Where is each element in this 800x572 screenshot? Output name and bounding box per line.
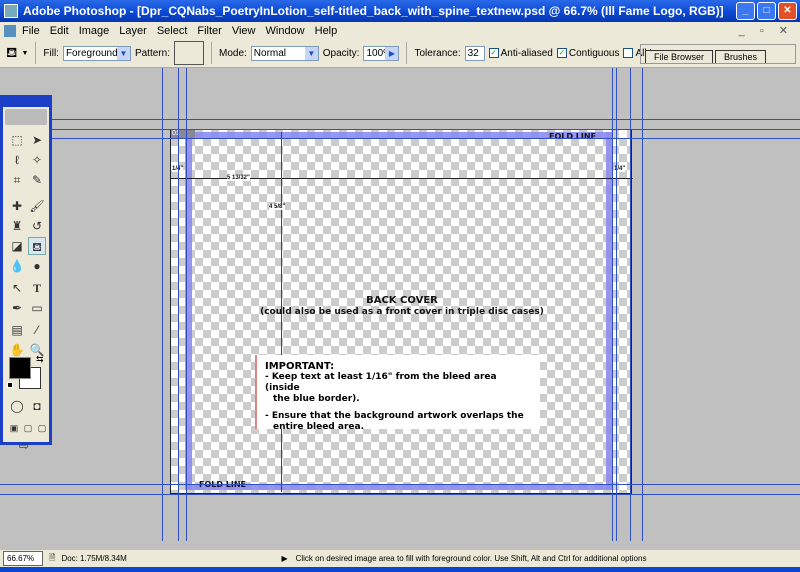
window-border [0,567,800,572]
menu-select[interactable]: Select [157,25,188,37]
tool-preset-dropdown[interactable]: ▼ [21,50,28,57]
menu-bar: File Edit Image Layer Select Filter View… [0,22,800,39]
standard-mode-icon[interactable]: ◯ [8,397,26,415]
guide[interactable] [0,494,800,495]
mode-value: Normal [253,47,287,59]
slice-tool-icon[interactable]: ✎ [28,171,46,189]
type-tool-icon[interactable]: T [28,279,46,297]
doc-info-icon[interactable]: 🗎 [49,552,55,566]
document-icon[interactable] [4,24,16,37]
important-line-2b: entire bleed area. [273,422,364,432]
eyedropper-icon[interactable]: ⁄ [28,321,46,339]
opacity-input[interactable]: 100% ▶ [363,45,400,61]
brush-tool-icon[interactable]: 🖌 [28,197,46,215]
menu-view[interactable]: View [232,25,256,37]
chevron-down-icon: ▼ [116,46,130,60]
notes-tool-icon[interactable]: ▤ [8,321,26,339]
doc-size: Doc: 1.75M/8.34M [61,554,127,563]
fold-line-top: FOLD LINE [549,132,597,141]
guide[interactable] [0,119,800,120]
toolbox: ⬚ ➤ ℓ ✧ ⌗ ✎ ✚ 🖌 ♜ ↺ ◪ ⛾ 💧 ● ↖ T ✒ ▭ ▤ ⁄ … [0,95,52,453]
magic-wand-icon[interactable]: ✧ [28,151,46,169]
guide[interactable] [0,484,800,485]
dim-height: 4 5/8" [269,204,286,210]
menu-file[interactable]: File [22,25,40,37]
dim-width: 5 13/32" [227,175,250,181]
mode-label: Mode: [218,47,247,59]
pattern-picker[interactable] [173,41,204,65]
status-bar: 66.67% 🗎 Doc: 1.75M/8.34M ▶ Click on des… [0,550,800,567]
important-line-1b: the blue border). [273,394,360,404]
chevron-right-icon: ▶ [385,46,399,60]
tab-brushes[interactable]: Brushes [715,50,767,63]
contiguous-label: Contiguous [568,47,620,59]
marquee-tool-icon[interactable]: ⬚ [8,131,26,149]
palette-well: File Browser Brushes [640,44,796,64]
back-cover-subtitle: (could also be used as a front cover in … [260,307,544,317]
back-cover-title: BACK COVER [366,295,438,306]
photoshop-icon [4,4,18,18]
menu-layer[interactable]: Layer [119,25,147,37]
guide[interactable] [0,129,800,130]
eraser-icon[interactable]: ◪ [8,237,26,255]
menu-filter[interactable]: Filter [197,25,221,37]
jump-to-imageready-icon[interactable]: ⇨ [15,437,33,455]
anti-aliased-checkbox[interactable]: ✓ Anti-aliased [488,47,553,59]
clone-stamp-icon[interactable]: ♜ [8,217,26,235]
default-colors-icon[interactable] [7,382,13,388]
zoom-input[interactable]: 66.67% [3,551,43,566]
dodge-tool-icon[interactable]: ● [28,257,46,275]
lasso-tool-icon[interactable]: ℓ [8,151,26,169]
menu-help[interactable]: Help [315,25,338,37]
healing-brush-icon[interactable]: ✚ [8,197,26,215]
status-hint: Click on desired image area to fill with… [295,554,647,563]
quick-mask-icon[interactable]: ◘ [28,397,46,415]
fill-select[interactable]: Foreground ▼ [62,45,131,61]
tolerance-value: 32 [467,47,479,59]
adobe-logo-icon[interactable] [5,109,47,125]
path-selection-icon[interactable]: ↖ [8,279,26,297]
important-heading: IMPORTANT: [265,361,335,372]
swap-colors-icon[interactable]: ⇆ [36,354,44,365]
shape-tool-icon[interactable]: ▭ [28,299,46,317]
history-brush-icon[interactable]: ↺ [28,217,46,235]
important-line-1: - Keep text at least 1/16" from the blee… [265,372,497,393]
move-tool-icon[interactable]: ➤ [28,131,46,149]
pattern-label: Pattern: [134,47,170,59]
guide[interactable] [0,138,800,139]
minimize-button[interactable]: _ [736,2,755,20]
status-arrow-icon[interactable]: ▶ [281,554,287,563]
close-button[interactable]: ✕ [778,2,797,20]
important-note: IMPORTANT: - Keep text at least 1/16" fr… [255,355,540,432]
maximize-button[interactable]: □ [757,2,776,20]
mode-select[interactable]: Normal ▼ [250,45,319,61]
crop-tool-icon[interactable]: ⌗ [8,171,26,189]
title-bar: Adobe Photoshop - [Dpr_CQNabs_PoetryInLo… [0,0,800,22]
window-title: Adobe Photoshop - [Dpr_CQNabs_PoetryInLo… [23,4,724,18]
anti-aliased-label: Anti-aliased [500,47,553,59]
tolerance-label: Tolerance: [414,47,461,59]
foreground-color-swatch[interactable] [9,357,31,379]
layer-badge: 01 [171,130,195,138]
chevron-down-icon: ▼ [304,46,318,60]
screen-mode-full-icon[interactable]: ▢ [33,419,51,437]
paint-bucket-icon[interactable]: ⛾ [6,44,17,63]
fill-label: Fill: [43,47,59,59]
document-window-controls[interactable]: _ ▫ ✕ [739,24,794,37]
opacity-label: Opacity: [322,47,360,59]
menu-image[interactable]: Image [79,25,110,37]
fill-value: Foreground [65,47,118,59]
menu-edit[interactable]: Edit [50,25,69,37]
important-line-2: - Ensure that the background artwork ove… [265,411,524,421]
paint-bucket-tool-icon[interactable]: ⛾ [28,237,46,255]
document-canvas[interactable]: 01 FOLD LINE FOLD LINE 1/4" 1/4" 5 13/32… [170,129,633,494]
contiguous-checkbox[interactable]: ✓ Contiguous [556,47,620,59]
tab-file-browser[interactable]: File Browser [645,50,714,63]
tolerance-input[interactable]: 32 [464,45,485,61]
blur-tool-icon[interactable]: 💧 [8,257,26,275]
menu-window[interactable]: Window [266,25,305,37]
pen-tool-icon[interactable]: ✒ [8,299,26,317]
